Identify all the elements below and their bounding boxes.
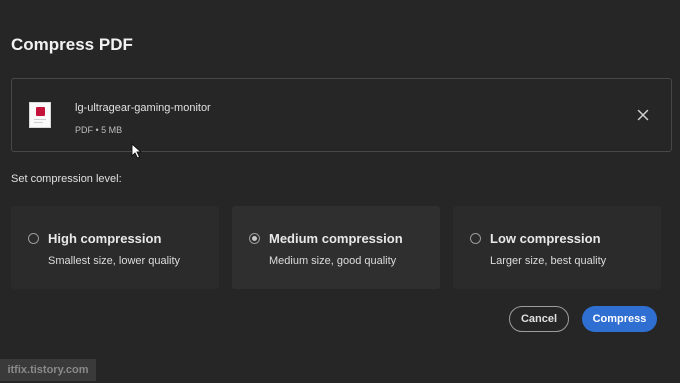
thumbnail-line bbox=[34, 119, 46, 120]
option-subtitle: Medium size, good quality bbox=[269, 255, 397, 267]
option-medium-compression[interactable]: Medium compression Medium size, good qua… bbox=[232, 206, 440, 289]
remove-file-button[interactable] bbox=[635, 107, 651, 123]
watermark-text: itfix.tistory.com bbox=[0, 359, 96, 381]
file-meta: PDF • 5 MB bbox=[75, 125, 123, 135]
file-card: lg-ultragear-gaming-monitor PDF • 5 MB bbox=[11, 78, 672, 152]
thumbnail-logo bbox=[36, 107, 45, 116]
close-icon bbox=[637, 109, 649, 121]
option-title: Low compression bbox=[490, 231, 601, 246]
option-title: High compression bbox=[48, 231, 162, 246]
option-low-compression[interactable]: Low compression Larger size, best qualit… bbox=[453, 206, 661, 289]
mouse-pointer-icon bbox=[131, 143, 143, 159]
compression-level-label: Set compression level: bbox=[11, 173, 122, 185]
radio-button-selected[interactable] bbox=[249, 233, 260, 244]
radio-button[interactable] bbox=[470, 233, 481, 244]
radio-dot bbox=[252, 236, 257, 241]
dialog-title: Compress PDF bbox=[11, 35, 133, 54]
pdf-thumbnail bbox=[30, 103, 50, 127]
compress-button[interactable]: Compress bbox=[582, 306, 657, 332]
file-name: lg-ultragear-gaming-monitor bbox=[75, 102, 211, 114]
radio-button[interactable] bbox=[28, 233, 39, 244]
cancel-button[interactable]: Cancel bbox=[509, 306, 569, 332]
option-subtitle: Smallest size, lower quality bbox=[48, 255, 181, 267]
thumbnail-line bbox=[34, 122, 43, 123]
option-title: Medium compression bbox=[269, 231, 403, 246]
option-subtitle: Larger size, best quality bbox=[490, 255, 607, 267]
option-high-compression[interactable]: High compression Smallest size, lower qu… bbox=[11, 206, 219, 289]
